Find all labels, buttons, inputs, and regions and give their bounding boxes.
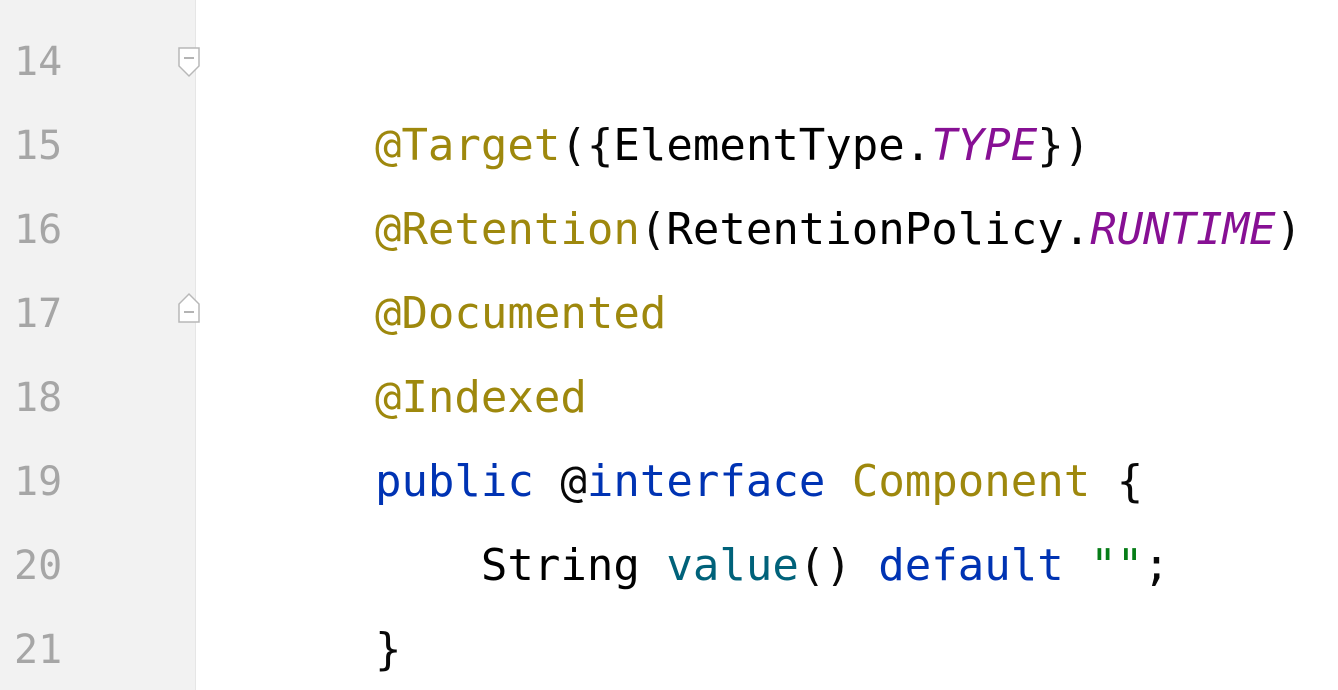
code-line-15[interactable]: @Retention(RetentionPolicy.RUNTIME)	[216, 104, 1302, 255]
code-line-16[interactable]: @Documented	[216, 188, 666, 339]
code-line-17[interactable]: @Indexed	[216, 272, 587, 423]
method-name-value: value	[666, 540, 799, 591]
class-reference: RetentionPolicy.	[666, 204, 1091, 255]
line-number: 14	[14, 39, 63, 85]
class-reference: String	[374, 540, 640, 591]
line-number: 17	[14, 291, 63, 337]
line-number: 18	[14, 375, 63, 421]
line-number: 19	[14, 459, 63, 505]
line-number: 16	[14, 207, 63, 253]
punctuation: )	[1275, 204, 1303, 255]
string-literal: ""	[1090, 540, 1144, 591]
fold-end-icon[interactable]	[177, 292, 201, 324]
line-number-gutter[interactable]: 14 15 16 17 18 19 20 21	[0, 0, 200, 690]
enum-constant: RUNTIME	[1090, 204, 1276, 255]
code-line-19[interactable]: String value() default "";	[216, 440, 1170, 591]
code-line-18[interactable]: public @interface Component {	[216, 356, 1143, 507]
line-number: 21	[14, 627, 63, 673]
line-number: 20	[14, 543, 63, 589]
code-line-20[interactable]: }	[216, 524, 402, 675]
line-number: 15	[14, 123, 63, 169]
close-brace: }	[374, 624, 402, 675]
punctuation: ()	[798, 540, 879, 591]
code-editor[interactable]: 14 15 16 17 18 19 20 21 @Target({Element…	[0, 0, 1338, 690]
keyword-default: default	[878, 540, 1064, 591]
code-line-14[interactable]: @Target({ElementType.TYPE})	[216, 20, 1090, 171]
semicolon: ;	[1143, 540, 1170, 591]
fold-collapse-icon[interactable]	[177, 46, 201, 78]
code-area[interactable]: @Target({ElementType.TYPE}) @Retention(R…	[216, 0, 1338, 690]
